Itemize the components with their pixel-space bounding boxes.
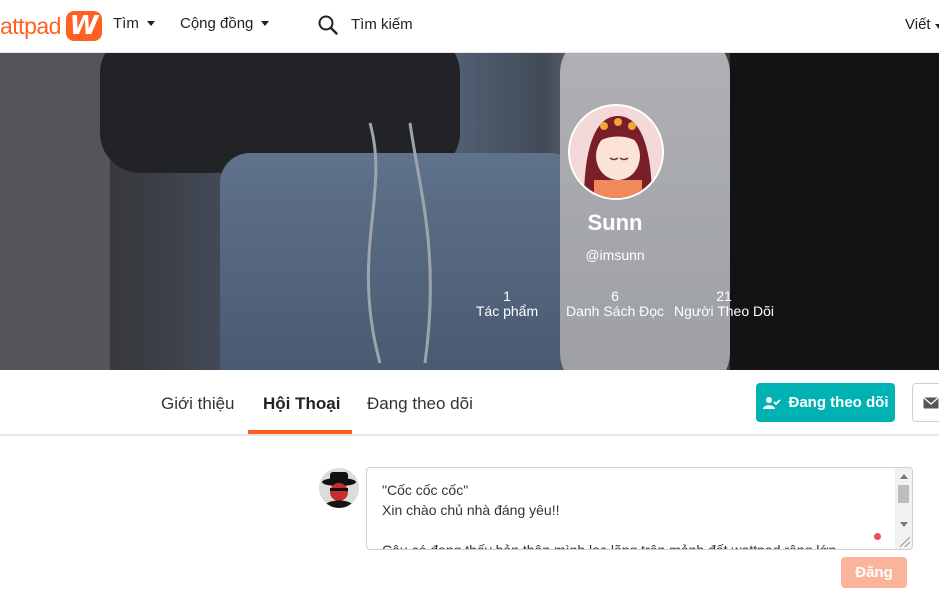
- mail-icon: [923, 397, 939, 408]
- profile-avatar[interactable]: [568, 104, 664, 200]
- comment-textarea[interactable]: "Cốc cốc cốc" Xin chào chủ nhà đáng yêu!…: [366, 467, 913, 550]
- profile-tabs: Giới thiệu Hội Thoại Đang theo dõi Đang …: [0, 370, 939, 436]
- message-button[interactable]: [912, 383, 939, 422]
- chevron-down-icon: [934, 24, 939, 29]
- following-button[interactable]: Đang theo dõi: [756, 383, 895, 422]
- stat-label: Tác phẩm: [475, 303, 539, 319]
- community-menu[interactable]: Cộng đồng: [180, 15, 270, 32]
- avatar-image: [570, 106, 662, 198]
- scroll-up-icon[interactable]: [900, 474, 908, 479]
- scroll-thumb[interactable]: [898, 485, 909, 503]
- search-icon[interactable]: [317, 14, 339, 36]
- profile-display-name: Sunn: [587, 210, 643, 235]
- top-nav: attpad W Tìm Cộng đồng Tìm kiếm Viết: [0, 0, 939, 53]
- tab-conversations[interactable]: Hội Thoại: [263, 394, 340, 414]
- scroll-down-icon[interactable]: [900, 522, 908, 527]
- profile-banner: [0, 53, 939, 370]
- stat-label: Danh Sách Đọc: [565, 303, 665, 319]
- write-menu[interactable]: Viết: [905, 16, 939, 33]
- stat-value: 6: [611, 288, 619, 304]
- resize-handle-icon[interactable]: [900, 537, 910, 547]
- stat-label: Người Theo Dõi: [674, 303, 775, 319]
- post-button[interactable]: Đăng: [841, 557, 907, 588]
- comment-text: "Cốc cốc cốc" Xin chào chủ nhà đáng yêu!…: [382, 482, 837, 550]
- stat-value: 1: [503, 288, 511, 304]
- tab-about[interactable]: Giới thiệu: [161, 394, 235, 414]
- grammar-indicator-icon[interactable]: [874, 533, 881, 540]
- commenter-avatar-image: [319, 468, 359, 508]
- logo-mark: W: [65, 11, 102, 41]
- write-label: Viết: [905, 16, 931, 33]
- logo-text: attpad: [0, 12, 61, 39]
- stat-followers[interactable]: 21 Người Theo Dõi: [674, 289, 774, 319]
- search-input[interactable]: Tìm kiếm: [351, 16, 413, 33]
- active-tab-indicator: [248, 430, 352, 434]
- user-check-icon: [762, 396, 781, 409]
- following-button-label: Đang theo dõi: [788, 394, 889, 411]
- commenter-avatar: [319, 468, 359, 508]
- tab-following[interactable]: Đang theo dõi: [367, 394, 473, 414]
- stat-reading-lists[interactable]: 6 Danh Sách Đọc: [565, 289, 665, 319]
- profile-handle: @imsunn: [585, 247, 645, 263]
- stat-works[interactable]: 1 Tác phẩm: [457, 289, 557, 319]
- wattpad-logo[interactable]: attpad W: [0, 10, 102, 42]
- browse-menu[interactable]: Tìm: [113, 15, 155, 32]
- stat-value: 21: [716, 288, 732, 304]
- chevron-down-icon: [261, 21, 270, 26]
- chevron-down-icon: [146, 21, 155, 26]
- community-label: Cộng đồng: [180, 15, 254, 32]
- browse-label: Tìm: [113, 15, 139, 32]
